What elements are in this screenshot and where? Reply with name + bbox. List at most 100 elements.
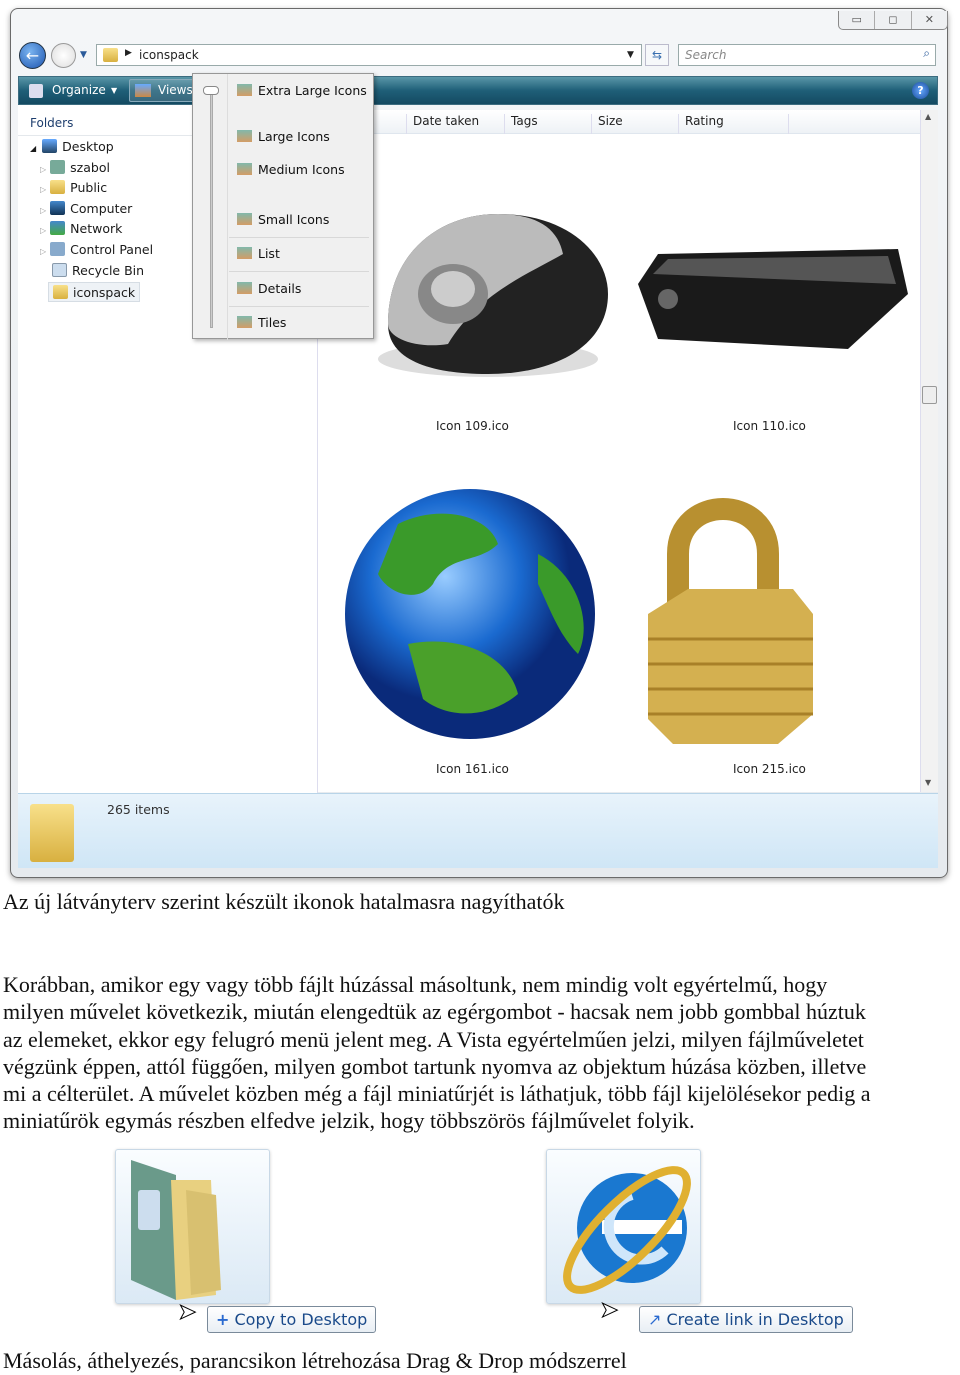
- views-menu: Extra Large Icons Large Icons Medium Ico…: [192, 73, 374, 340]
- file-item[interactable]: Icon 109.ico: [358, 174, 618, 439]
- column-date-taken[interactable]: Date taken: [406, 114, 479, 134]
- menu-item-medium-icons[interactable]: Medium Icons: [237, 162, 345, 177]
- tree-item-desktop[interactable]: ◢ Desktop: [30, 137, 114, 157]
- organize-button[interactable]: Organize: [52, 83, 106, 97]
- menu-item-label: Medium Icons: [258, 162, 345, 177]
- extra-large-icons-icon: [237, 84, 252, 96]
- scroll-thumb[interactable]: [922, 386, 937, 404]
- internet-explorer-icon: [563, 1166, 691, 1294]
- scroll-up-icon[interactable]: ▲: [925, 112, 931, 121]
- file-item[interactable]: Icon 161.ico: [338, 484, 618, 784]
- drag-tooltip-create-link: ↗ Create link in Desktop: [639, 1306, 853, 1333]
- medium-icons-icon: [237, 163, 252, 175]
- scroll-down-icon[interactable]: ▼: [925, 778, 931, 787]
- menu-item-label: Tiles: [258, 315, 287, 330]
- maximize-icon[interactable]: ◻: [875, 11, 912, 29]
- tree-item-network[interactable]: ▷ Network: [40, 219, 122, 239]
- organize-dropdown-icon: ▼: [111, 86, 118, 95]
- view-size-slider-thumb[interactable]: [203, 86, 219, 95]
- tree-item-control-panel[interactable]: ▷ Control Panel: [40, 240, 153, 260]
- search-placeholder: Search: [685, 48, 727, 62]
- file-name: Icon 161.ico: [436, 762, 509, 776]
- back-button[interactable]: ←: [19, 42, 46, 69]
- minimize-icon[interactable]: ▭: [839, 11, 876, 29]
- address-bar[interactable]: ▶ iconspack ▼: [96, 44, 642, 66]
- tree-item-recycle-bin[interactable]: Recycle Bin: [52, 261, 144, 281]
- item-count: 265 items: [107, 802, 170, 817]
- collapsed-icon: ▷: [40, 206, 47, 215]
- menu-separator: [229, 237, 369, 238]
- column-headers: Date taken Tags Size Rating: [318, 110, 920, 134]
- tree-label: Network: [70, 221, 123, 236]
- collapsed-icon: ▷: [40, 165, 47, 174]
- desktop-icon: [42, 139, 58, 153]
- file-item[interactable]: Icon 110.ico: [628, 174, 918, 439]
- column-rating[interactable]: Rating: [678, 114, 788, 134]
- search-icon[interactable]: ⌕: [923, 46, 930, 61]
- forward-button[interactable]: [51, 43, 76, 68]
- collapsed-icon: ▷: [40, 247, 47, 256]
- caption-2: Másolás, áthelyezés, parancsikon létreho…: [3, 1348, 627, 1373]
- view-size-slider-track[interactable]: [210, 88, 213, 328]
- menu-item-label: Small Icons: [258, 212, 330, 227]
- padlock-icon: [648, 498, 813, 744]
- file-name: Icon 110.ico: [733, 419, 806, 433]
- tiles-view-icon: [237, 316, 252, 328]
- menu-item-label: Details: [258, 281, 302, 296]
- help-icon[interactable]: ?: [912, 82, 929, 99]
- tree-item-szabol[interactable]: ▷ szabol: [40, 158, 110, 178]
- window-controls: ▭ ◻ ✕: [838, 11, 948, 30]
- drag-tooltip-copy: + Copy to Desktop: [207, 1306, 377, 1333]
- keyboard-icon: [638, 249, 908, 349]
- menu-item-small-icons[interactable]: Small Icons: [237, 212, 329, 227]
- folder-large-icon: [30, 804, 74, 862]
- shortcut-arrow-icon: ↗: [648, 1310, 662, 1329]
- drag-thumbnail-documents: [115, 1149, 270, 1304]
- details-view-icon: [237, 282, 252, 294]
- tree-item-public[interactable]: ▷ Public: [40, 178, 107, 198]
- menu-item-label: Large Icons: [258, 129, 330, 144]
- views-button[interactable]: Views: [158, 83, 193, 97]
- documents-folder-icon: [131, 1160, 221, 1300]
- close-icon[interactable]: ✕: [912, 11, 947, 29]
- menu-item-extra-large-icons[interactable]: Extra Large Icons: [237, 83, 367, 98]
- menu-item-label: List: [258, 246, 280, 261]
- computer-icon: [50, 201, 66, 215]
- breadcrumb-chevron-icon: ▶: [125, 48, 132, 58]
- address-path: iconspack: [139, 48, 199, 62]
- folders-header[interactable]: Folders: [18, 110, 192, 136]
- paragraph-line: miniatűrök egymás részben elfedve jelzik…: [3, 1108, 695, 1134]
- body-paragraph: Korábban, amikor egy vagy több fájlt húz…: [3, 971, 871, 1135]
- column-size[interactable]: Size: [591, 114, 623, 134]
- small-icons-icon: [237, 213, 252, 225]
- column-tags[interactable]: Tags: [504, 114, 538, 134]
- menu-separator: [229, 271, 369, 272]
- menu-item-large-icons[interactable]: Large Icons: [237, 129, 330, 144]
- command-bar: Organize ▼ Views ?: [18, 76, 938, 105]
- refresh-button[interactable]: ⇆: [645, 44, 669, 66]
- network-icon: [50, 221, 66, 235]
- tree-item-computer[interactable]: ▷ Computer: [40, 199, 132, 219]
- menu-item-list[interactable]: List: [237, 246, 280, 261]
- details-pane: 265 items: [18, 793, 938, 868]
- drag-thumbnail-ie: [546, 1149, 701, 1304]
- cursor-arrow-icon: ➤: [599, 1298, 619, 1324]
- globe-icon: [345, 489, 595, 739]
- caption-1: Az új látványterv szerint készült ikonok…: [3, 889, 565, 914]
- file-name: Icon 109.ico: [436, 419, 509, 433]
- address-dropdown-icon[interactable]: ▼: [627, 50, 634, 60]
- tree-item-iconspack[interactable]: iconspack: [48, 282, 141, 302]
- search-input[interactable]: Search ⌕: [678, 44, 936, 66]
- vertical-scrollbar[interactable]: ▲ ▼: [920, 110, 938, 792]
- collapsed-icon: ▷: [40, 185, 47, 194]
- menu-gutter-divider: [227, 74, 228, 340]
- paragraph-line: mi a célterület. A művelet közben még a …: [3, 1081, 871, 1107]
- expanded-icon: ◢: [30, 144, 37, 153]
- recent-pages-dropdown-icon[interactable]: ▼: [80, 50, 87, 60]
- user-folder-icon: [50, 160, 66, 174]
- menu-item-tiles[interactable]: Tiles: [237, 315, 286, 330]
- file-item[interactable]: Icon 215.ico: [628, 484, 918, 784]
- menu-item-details[interactable]: Details: [237, 281, 301, 296]
- cursor-arrow-icon: ➤: [177, 1300, 197, 1326]
- large-icons-icon: [237, 130, 252, 142]
